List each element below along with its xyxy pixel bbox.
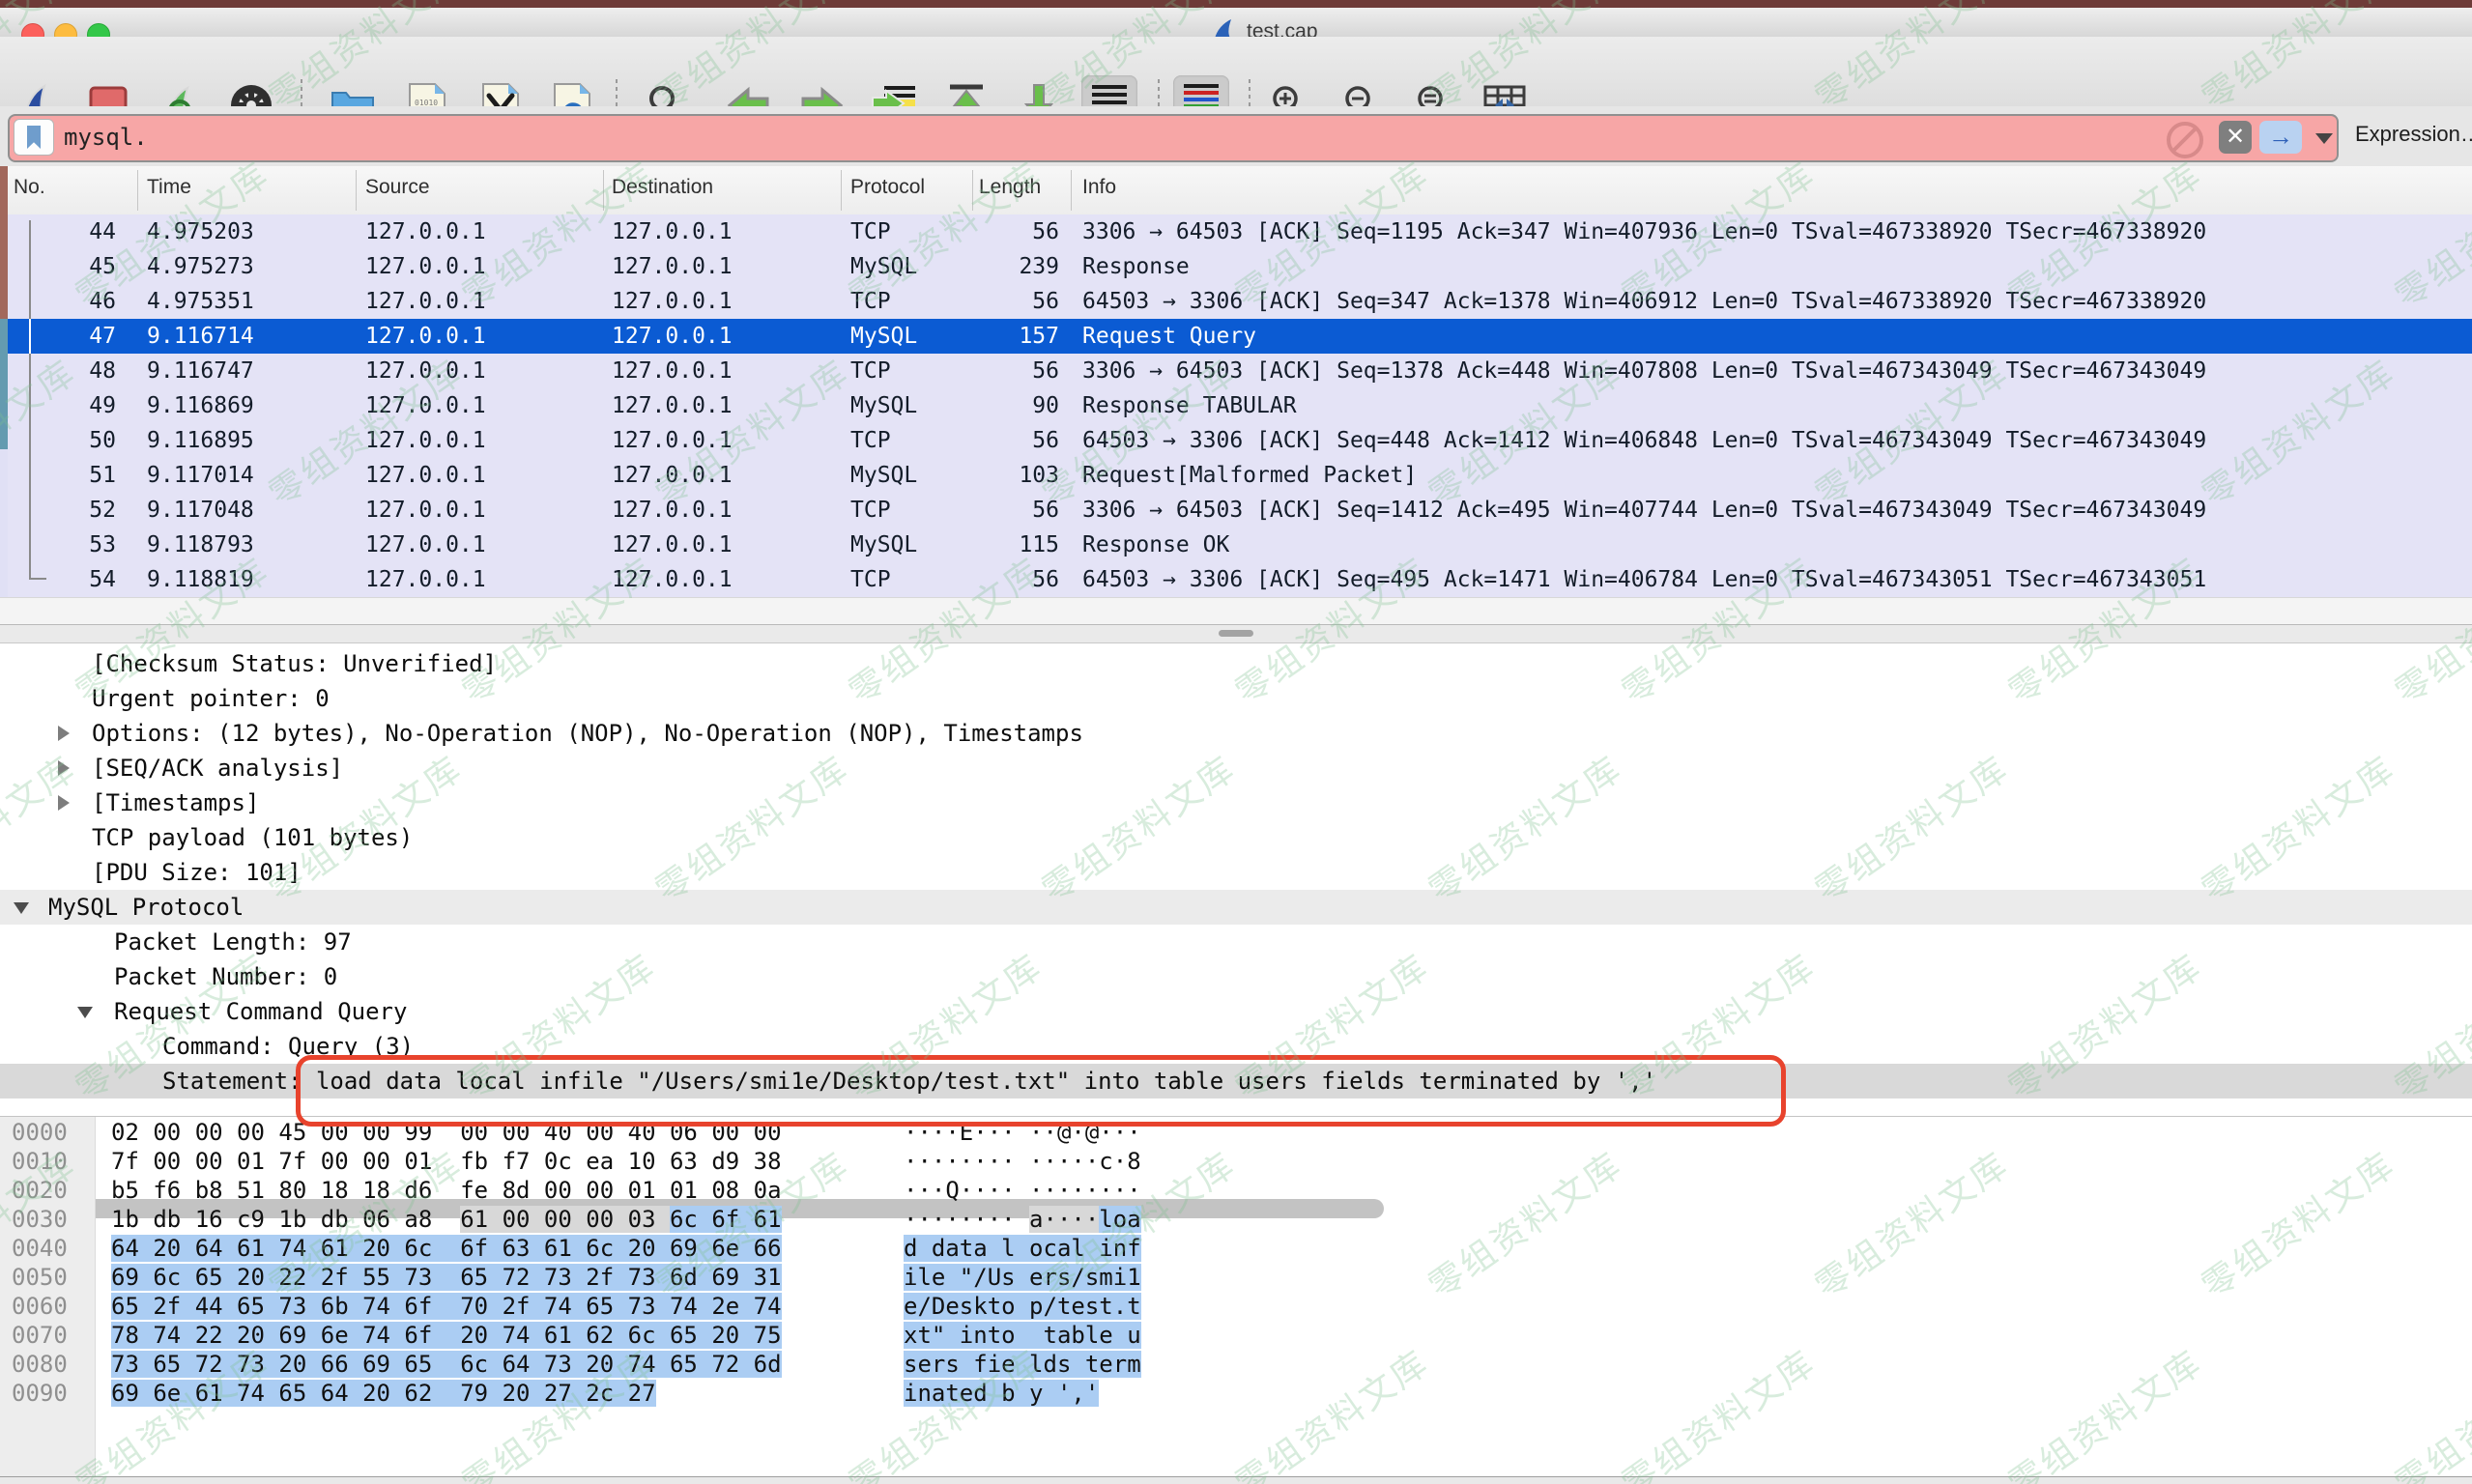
hex-row-0010[interactable]: 00107f 00 00 01 7f 00 00 01 fb f7 0c ea … — [0, 1147, 2472, 1176]
conversation-line-tick — [29, 578, 46, 580]
screen-top-edge — [0, 0, 2472, 8]
packet-row-52[interactable]: 529.117048127.0.0.1127.0.0.1TCP563306 → … — [0, 493, 2472, 528]
detail-text: TCP payload (101 bytes) — [92, 820, 413, 855]
filter-bar: mysql. ✕ → Expression… — [0, 106, 2472, 167]
hex-row-0090[interactable]: 009069 6e 61 74 65 64 20 62 79 20 27 2c … — [0, 1379, 2472, 1408]
wireshark-window: test.cap — [0, 0, 2472, 1484]
detail-row[interactable]: TCP payload (101 bytes) — [0, 820, 2472, 855]
filter-apply-button[interactable]: → — [2259, 121, 2302, 154]
hex-row-0060[interactable]: 006065 2f 44 65 73 6b 74 6f 70 2f 74 65 … — [0, 1292, 2472, 1321]
detail-text: Request Command Query — [114, 994, 407, 1029]
filter-dropdown-caret[interactable] — [2315, 133, 2333, 144]
hex-row-0040[interactable]: 004064 20 64 61 74 61 20 6c 6f 63 61 6c … — [0, 1234, 2472, 1263]
pane-splitter[interactable] — [0, 624, 2472, 643]
hex-offset: 0070 — [12, 1321, 68, 1350]
detail-text: Packet Length: 97 — [114, 925, 352, 959]
detail-row[interactable]: Request Command Query — [0, 994, 2472, 1029]
hex-offset: 0020 — [12, 1176, 68, 1205]
packet-row-53[interactable]: 539.118793127.0.0.1127.0.0.1MySQL115Resp… — [0, 528, 2472, 562]
detail-row[interactable]: [PDU Size: 101] — [0, 855, 2472, 890]
detail-text: MySQL Protocol — [48, 890, 244, 925]
hex-offset: 0050 — [12, 1263, 68, 1292]
expression-button[interactable]: Expression… — [2355, 122, 2472, 147]
detail-row[interactable]: [SEQ/ACK analysis] — [0, 751, 2472, 785]
hex-offset: 0010 — [12, 1147, 68, 1176]
hex-row-0080[interactable]: 008073 65 72 73 20 66 69 65 6c 64 73 20 … — [0, 1350, 2472, 1379]
detail-row[interactable]: MySQL Protocol — [0, 890, 2472, 925]
hex-row-0020[interactable]: 0020b5 f6 b8 51 80 18 18 d6 fe 8d 00 00 … — [0, 1176, 2472, 1205]
column-header-destination[interactable]: Destination — [612, 176, 713, 199]
detail-text: Options: (12 bytes), No-Operation (NOP),… — [92, 716, 1083, 751]
window-edge-sliver — [0, 449, 8, 597]
conversation-line — [29, 220, 31, 319]
detail-row[interactable]: [Checksum Status: Unverified] — [0, 646, 2472, 681]
collapsed-arrow-icon[interactable] — [58, 726, 70, 741]
hex-offset: 0040 — [12, 1234, 68, 1263]
packet-row-44[interactable]: 444.975203127.0.0.1127.0.0.1TCP563306 → … — [0, 214, 2472, 249]
filter-clear-button[interactable]: ✕ — [2219, 121, 2252, 154]
column-header-source[interactable]: Source — [365, 176, 430, 199]
conversation-line — [29, 319, 31, 354]
packet-row-45[interactable]: 454.975273127.0.0.1127.0.0.1MySQL239Resp… — [0, 249, 2472, 284]
detail-text: [SEQ/ACK analysis] — [92, 751, 343, 785]
detail-row[interactable]: Options: (12 bytes), No-Operation (NOP),… — [0, 716, 2472, 751]
packet-row-54[interactable]: 549.118819127.0.0.1127.0.0.1TCP5664503 →… — [0, 562, 2472, 597]
hex-offset: 0090 — [12, 1379, 68, 1408]
column-header-protocol[interactable]: Protocol — [850, 176, 925, 199]
main-toolbar: 010100110101110 — [0, 37, 2472, 107]
detail-row[interactable]: [Timestamps] — [0, 785, 2472, 820]
collapsed-arrow-icon[interactable] — [58, 760, 70, 776]
packet-row-48[interactable]: 489.116747127.0.0.1127.0.0.1TCP563306 → … — [0, 354, 2472, 388]
hex-row-0030[interactable]: 00301b db 16 c9 1b db 06 a8 61 00 00 00 … — [0, 1205, 2472, 1234]
window-edge-sliver — [0, 166, 8, 319]
packet-list-hscrollbar[interactable] — [0, 597, 2472, 625]
hex-row-0070[interactable]: 007078 74 22 20 69 6e 74 6f 20 74 61 62 … — [0, 1321, 2472, 1350]
packet-list-header[interactable]: No. Time Source Destination Protocol Length In… — [0, 166, 2472, 215]
packet-row-46[interactable]: 464.975351127.0.0.1127.0.0.1TCP5664503 →… — [0, 284, 2472, 319]
detail-text: [Timestamps] — [92, 785, 259, 820]
hex-row-0050[interactable]: 005069 6c 65 20 22 2f 55 73 65 72 73 2f … — [0, 1263, 2472, 1292]
packet-row-47[interactable]: 479.116714127.0.0.1127.0.0.1MySQL157Requ… — [0, 319, 2472, 354]
packet-row-50[interactable]: 509.116895127.0.0.1127.0.0.1TCP5664503 →… — [0, 423, 2472, 458]
status-bar — [0, 1476, 2472, 1484]
filter-value: mysql. — [64, 124, 148, 151]
hex-offset: 0030 — [12, 1205, 68, 1234]
packet-row-51[interactable]: 519.117014127.0.0.1127.0.0.1MySQL103Requ… — [0, 458, 2472, 493]
bookmark-icon — [27, 126, 41, 149]
column-header-length[interactable]: Length — [979, 176, 1041, 199]
detail-row[interactable]: Packet Number: 0 — [0, 959, 2472, 994]
detail-row[interactable]: Urgent pointer: 0 — [0, 681, 2472, 716]
column-header-info[interactable]: Info — [1082, 176, 1116, 199]
splitter-grip[interactable] — [1219, 630, 1253, 637]
conversation-line — [29, 354, 31, 580]
filter-invalid-icon — [2167, 122, 2203, 158]
detail-text: [Checksum Status: Unverified] — [92, 646, 497, 681]
expanded-arrow-icon[interactable] — [14, 902, 29, 914]
column-header-time[interactable]: Time — [147, 176, 191, 199]
column-header-no[interactable]: No. — [14, 176, 45, 199]
detail-row[interactable]: Packet Length: 97 — [0, 925, 2472, 959]
expanded-arrow-icon[interactable] — [77, 1007, 93, 1018]
display-filter-input[interactable]: mysql. ✕ → — [8, 114, 2339, 162]
hex-offset: 0060 — [12, 1292, 68, 1321]
window-edge-sliver — [0, 319, 8, 449]
title-bar[interactable]: test.cap — [0, 8, 2472, 38]
packet-row-49[interactable]: 499.116869127.0.0.1127.0.0.1MySQL90Respo… — [0, 388, 2472, 423]
detail-text: [PDU Size: 101] — [92, 855, 302, 890]
hex-offset: 0080 — [12, 1350, 68, 1379]
hex-offset: 0000 — [12, 1118, 68, 1147]
collapsed-arrow-icon[interactable] — [58, 795, 70, 811]
detail-text: Packet Number: 0 — [114, 959, 337, 994]
filter-bookmark-button[interactable] — [14, 119, 54, 156]
annotation-highlight-box — [296, 1055, 1786, 1127]
detail-text: Urgent pointer: 0 — [92, 681, 330, 716]
